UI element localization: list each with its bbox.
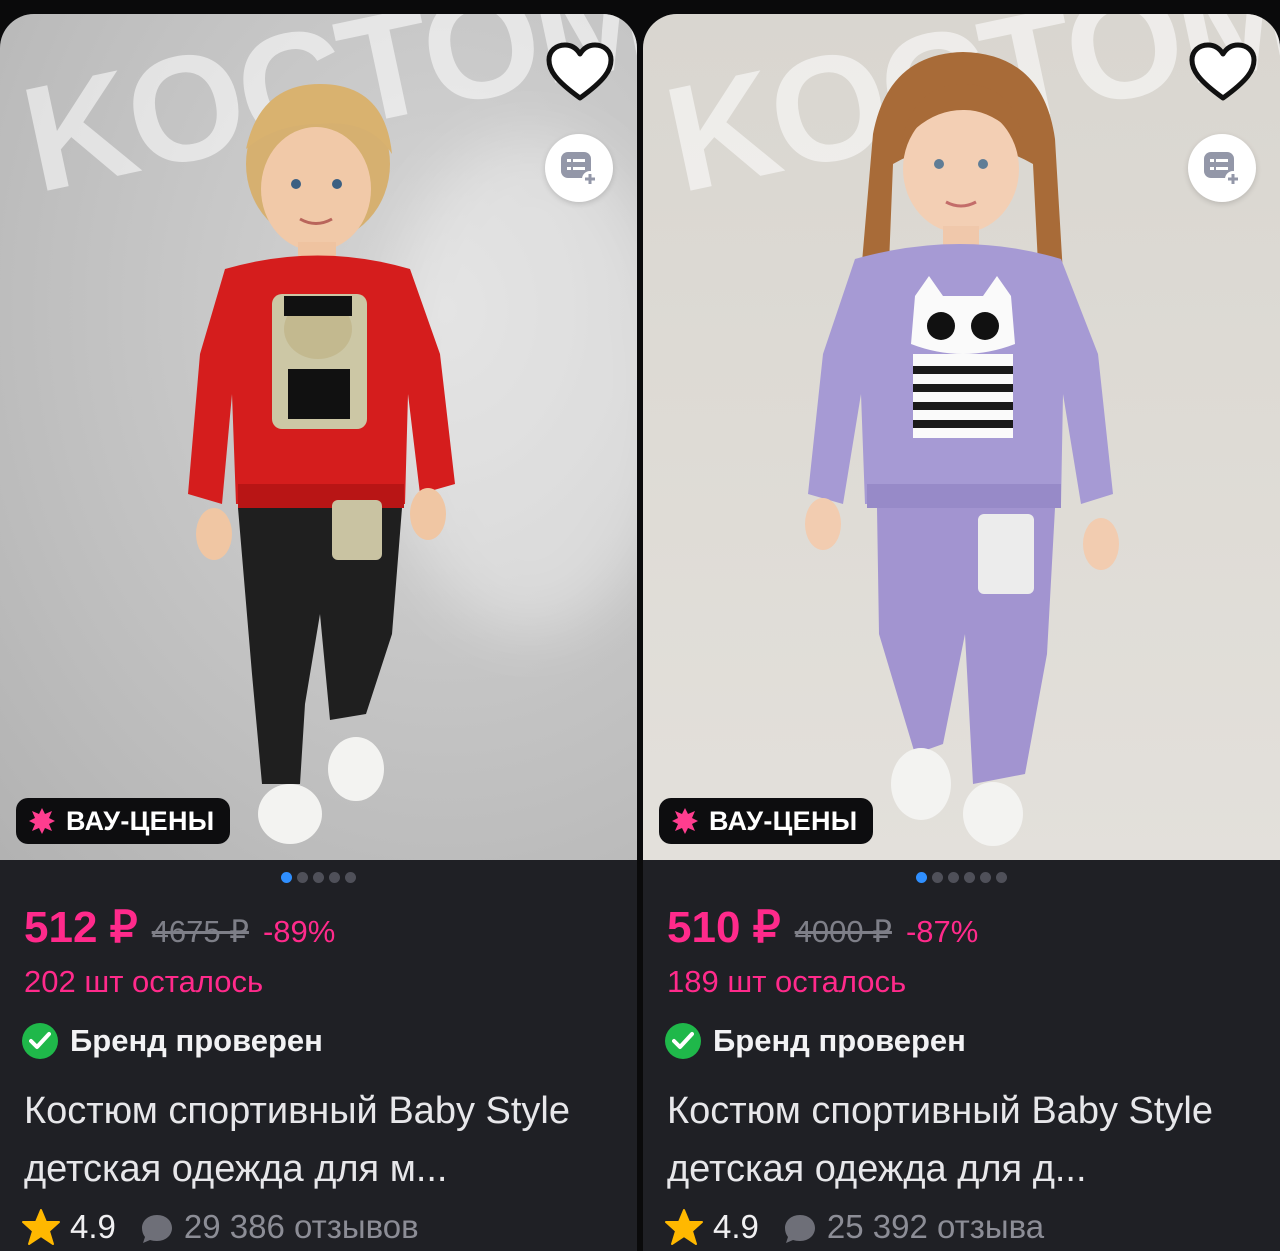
gallery-dot[interactable] <box>345 872 356 883</box>
gallery-dot[interactable] <box>980 872 991 883</box>
discount-badge: -87% <box>905 914 979 949</box>
reviews-count[interactable]: 29 386 отзывов <box>184 1208 419 1246</box>
old-price: 4675 ₽ <box>151 914 249 949</box>
promo-badge: ВАУ-ЦЕНЫ <box>16 798 231 844</box>
gallery-dot[interactable] <box>313 872 324 883</box>
child-illustration <box>805 52 1119 846</box>
star-icon <box>665 1209 703 1245</box>
compare-list-icon <box>1204 152 1241 187</box>
favorite-button[interactable] <box>545 42 615 104</box>
add-to-list-button[interactable] <box>545 134 613 202</box>
chat-bubble-icon <box>784 1215 815 1243</box>
current-price: 510 ₽ <box>667 903 781 952</box>
brand-verified-label: Бренд проверен <box>70 1023 323 1058</box>
product-photo[interactable]: KOCTOM <box>643 14 1280 860</box>
rating-value: 4.9 <box>713 1208 759 1245</box>
brand-verified-label: Бренд проверен <box>713 1023 966 1058</box>
sale-burst-icon <box>672 808 698 834</box>
rating-row: 4.9 29 386 отзывов <box>22 1208 419 1246</box>
heart-icon <box>546 42 614 101</box>
gallery-dot[interactable] <box>932 872 943 883</box>
check-circle-icon <box>665 1023 701 1059</box>
favorite-button[interactable] <box>1188 42 1258 104</box>
price-row: 512 ₽ 4675 ₽ -89% <box>24 902 335 953</box>
gallery-dot[interactable] <box>916 872 927 883</box>
rating-row: 4.9 25 392 отзыва <box>665 1208 1044 1246</box>
compare-list-icon <box>561 152 598 187</box>
gallery-dots <box>643 872 1280 883</box>
promo-label: ВАУ-ЦЕНЫ <box>709 805 858 836</box>
heart-icon <box>1189 42 1257 101</box>
gallery-dot[interactable] <box>281 872 292 883</box>
reviews-count[interactable]: 25 392 отзыва <box>827 1208 1044 1246</box>
child-illustration <box>188 84 455 844</box>
add-to-list-button[interactable] <box>1188 134 1256 202</box>
sale-burst-icon <box>29 808 55 834</box>
price-row: 510 ₽ 4000 ₽ -87% <box>667 902 978 953</box>
chat-bubble-icon <box>141 1215 172 1243</box>
product-photo[interactable]: KOCTOM <box>0 14 637 860</box>
promo-label: ВАУ-ЦЕНЫ <box>66 805 215 836</box>
product-title[interactable]: Костюм спортивный Baby Style детская оде… <box>24 1082 614 1198</box>
gallery-dot[interactable] <box>996 872 1007 883</box>
rating-value: 4.9 <box>70 1208 116 1245</box>
stock-left: 202 шт осталось <box>24 964 264 999</box>
gallery-dot[interactable] <box>964 872 975 883</box>
brand-verified: Бренд проверен <box>22 1023 323 1059</box>
gallery-dot[interactable] <box>297 872 308 883</box>
gallery-dots <box>0 872 637 883</box>
discount-badge: -89% <box>262 914 336 949</box>
gallery-dot[interactable] <box>329 872 340 883</box>
product-title[interactable]: Костюм спортивный Baby Style детская оде… <box>667 1082 1257 1198</box>
promo-badge: ВАУ-ЦЕНЫ <box>659 798 874 844</box>
current-price: 512 ₽ <box>24 903 138 952</box>
stock-left: 189 шт осталось <box>667 964 907 999</box>
check-circle-icon <box>22 1023 58 1059</box>
old-price: 4000 ₽ <box>794 914 892 949</box>
product-card[interactable]: KOCTOM <box>643 14 1280 1251</box>
brand-verified: Бренд проверен <box>665 1023 966 1059</box>
gallery-dot[interactable] <box>948 872 959 883</box>
star-icon <box>22 1209 60 1245</box>
product-card[interactable]: KOCTOM <box>0 14 637 1251</box>
